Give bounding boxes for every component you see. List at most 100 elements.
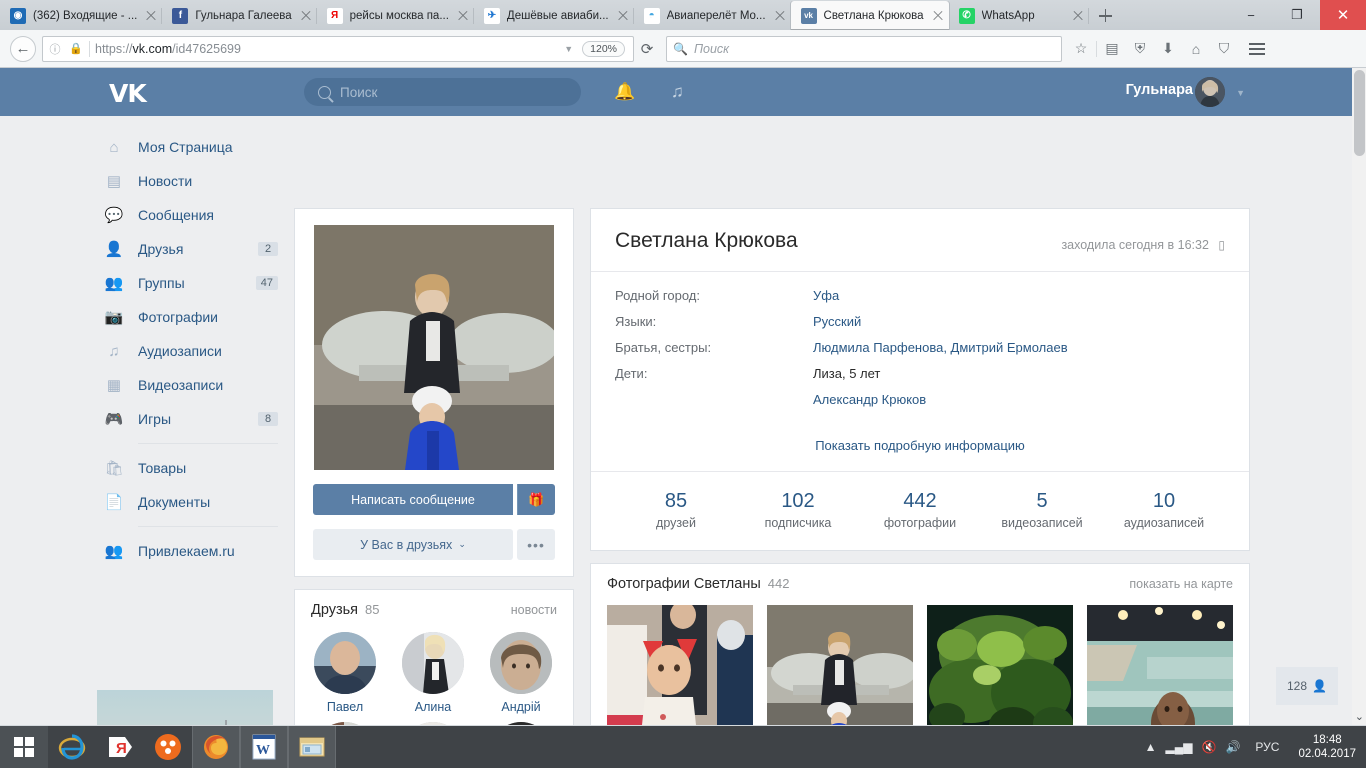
info-row: Родной город: Уфа <box>615 288 1225 303</box>
close-icon[interactable] <box>299 9 313 23</box>
close-icon[interactable] <box>1071 9 1085 23</box>
info-value[interactable]: Александр Крюков <box>813 392 926 407</box>
reload-icon[interactable]: ⟳ <box>634 40 660 58</box>
library-icon[interactable]: ▤ <box>1099 36 1125 62</box>
language-indicator[interactable]: РУС <box>1249 740 1285 754</box>
download-icon[interactable]: ⬇ <box>1155 36 1181 62</box>
taskbar-clock[interactable]: 18:48 02.04.2017 <box>1294 733 1356 762</box>
sidebar-item-messages[interactable]: 💬 Сообщения <box>100 198 282 232</box>
scrollbar-thumb[interactable] <box>1354 70 1365 156</box>
sidebar-item-video[interactable]: ▦ Видеозаписи <box>100 368 282 402</box>
volume-muted-icon[interactable]: 🔇 <box>1202 740 1217 754</box>
new-tab-button[interactable] <box>1089 2 1121 30</box>
sidebar-item-audio[interactable]: ♫ Аудиозаписи <box>100 334 282 368</box>
taskbar-firefox[interactable] <box>192 726 240 768</box>
friend-status-button[interactable]: У Вас в друзьях ⌄ <box>313 529 513 560</box>
sidebar-item-my-page[interactable]: ⌂ Моя Страница <box>100 130 282 164</box>
chevron-down-icon[interactable]: ▼ <box>560 44 577 54</box>
zoom-level-badge[interactable]: 120% <box>582 40 625 57</box>
gift-icon[interactable]: 🎁 <box>517 484 555 515</box>
start-button[interactable] <box>0 726 48 768</box>
star-icon[interactable]: ☆ <box>1068 36 1094 62</box>
info-value[interactable]: Уфа <box>813 288 839 303</box>
chevron-down-icon[interactable]: ⌄ <box>1355 710 1364 723</box>
counter-friends[interactable]: 85 друзей <box>615 490 737 530</box>
browser-tab-active[interactable]: vk Светлана Крюкова <box>790 1 949 30</box>
info-value[interactable]: Русский <box>813 314 861 329</box>
sidebar-item-photos[interactable]: 📷 Фотографии <box>100 300 282 334</box>
browser-tab[interactable]: ◓ Авиаперелёт Мо... <box>634 2 791 30</box>
minimize-button[interactable]: − <box>1228 0 1274 30</box>
music-icon[interactable]: ♫ <box>671 82 684 102</box>
counter-videos[interactable]: 5 видеозаписей <box>981 490 1103 530</box>
friend-item[interactable] <box>311 722 379 725</box>
pocket-icon[interactable]: ⛨ <box>1127 36 1153 62</box>
sidebar-item-privlekaem[interactable]: 👥 Привлекаем.ru <box>100 534 282 568</box>
browser-tab[interactable]: ✆ WhatsApp <box>949 2 1089 30</box>
avatar[interactable] <box>1195 77 1225 107</box>
vk-logo[interactable]: VK <box>109 79 147 108</box>
browser-tab[interactable]: Я рейсы москва па... <box>317 2 475 30</box>
bell-icon[interactable]: 🔔 <box>614 82 635 102</box>
header-user-name[interactable]: Гульнара <box>1126 82 1193 98</box>
friend-item[interactable]: Андрій <box>487 632 555 714</box>
counter-audios[interactable]: 10 аудиозаписей <box>1103 490 1225 530</box>
browser-tab[interactable]: f Гульнара Галеева <box>162 2 317 30</box>
photo-thumbnail[interactable] <box>607 605 753 725</box>
odnoklassniki-icon <box>155 734 181 760</box>
taskbar-explorer[interactable] <box>288 726 336 768</box>
speaker-icon[interactable]: 🔊 <box>1225 740 1240 754</box>
sidebar-item-products[interactable]: 🛍 Товары <box>100 451 282 485</box>
sidebar-item-games[interactable]: 🎮 Игры 8 <box>100 402 282 436</box>
show-on-map-link[interactable]: показать на карте <box>1129 577 1233 591</box>
close-icon[interactable] <box>773 9 787 23</box>
browser-tab[interactable]: ◉ (362) Входящие - ... <box>0 2 163 30</box>
vk-search-input[interactable]: Поиск <box>304 78 581 106</box>
close-icon[interactable] <box>616 9 630 23</box>
up-arrow-icon[interactable]: ▲ <box>1145 740 1157 754</box>
page-info-icon[interactable]: ⓘ <box>47 41 63 57</box>
friend-item[interactable]: Алина <box>399 632 467 714</box>
chevron-down-icon[interactable]: ▼ <box>1236 88 1245 98</box>
profile-photo[interactable] <box>314 225 554 470</box>
browser-tab[interactable]: ✈ Дешёвые авиаби... <box>474 2 634 30</box>
home-icon[interactable]: ⌂ <box>1183 36 1209 62</box>
network-icon[interactable]: ▂▄▆ <box>1166 740 1193 754</box>
close-icon[interactable] <box>144 9 158 23</box>
ad-banner[interactable] <box>97 690 273 725</box>
sidebar-item-documents[interactable]: 📄 Документы <box>100 485 282 519</box>
photo-thumbnail[interactable] <box>927 605 1073 725</box>
sidebar-item-news[interactable]: ▤ Новости <box>100 164 282 198</box>
page-scrollbar[interactable]: ⌄ <box>1352 68 1366 725</box>
taskbar-odnoklassniki[interactable] <box>144 726 192 768</box>
counter-followers[interactable]: 102 подписчика <box>737 490 859 530</box>
write-message-button[interactable]: Написать сообщение <box>313 484 513 515</box>
close-icon[interactable] <box>456 9 470 23</box>
plane-icon: ✈ <box>483 8 500 24</box>
sidebar-item-friends[interactable]: 👤 Друзья 2 <box>100 232 282 266</box>
maximize-button[interactable]: ❐ <box>1274 0 1320 30</box>
taskbar-internet-explorer[interactable] <box>48 726 96 768</box>
counter-photos[interactable]: 442 фотографии <box>859 490 981 530</box>
profile-photo-card: Написать сообщение 🎁 У Вас в друзьях ⌄ •… <box>294 208 574 577</box>
info-value[interactable]: Людмила Парфенова, Дмитрий Ермолаев <box>813 340 1068 355</box>
address-bar[interactable]: ⓘ 🔒 https://vk.com/id47625699 ▼ 120% <box>42 35 634 62</box>
friend-item[interactable] <box>399 722 467 725</box>
back-button[interactable]: ← <box>6 34 40 64</box>
friend-item[interactable] <box>487 722 555 725</box>
sidebar-item-groups[interactable]: 👥 Группы 47 <box>100 266 282 300</box>
photo-thumbnail[interactable] <box>1087 605 1233 725</box>
taskbar-word[interactable]: W <box>240 726 288 768</box>
close-icon[interactable] <box>931 9 945 23</box>
friend-item[interactable]: Павел <box>311 632 379 714</box>
browser-search-input[interactable]: 🔍 Поиск <box>666 35 1062 62</box>
photo-thumbnail[interactable] <box>767 605 913 725</box>
online-counter-widget[interactable]: 128 👤 <box>1276 667 1338 705</box>
menu-icon[interactable] <box>1243 36 1271 62</box>
close-window-button[interactable]: ✕ <box>1320 0 1366 30</box>
shield-icon[interactable]: ⛉ <box>1211 36 1237 62</box>
show-details-link[interactable]: Показать подробную информацию <box>615 424 1225 471</box>
taskbar-yandex-browser[interactable]: Я <box>96 726 144 768</box>
more-actions-button[interactable]: ••• <box>517 529 555 560</box>
friends-news-link[interactable]: новости <box>511 603 557 617</box>
